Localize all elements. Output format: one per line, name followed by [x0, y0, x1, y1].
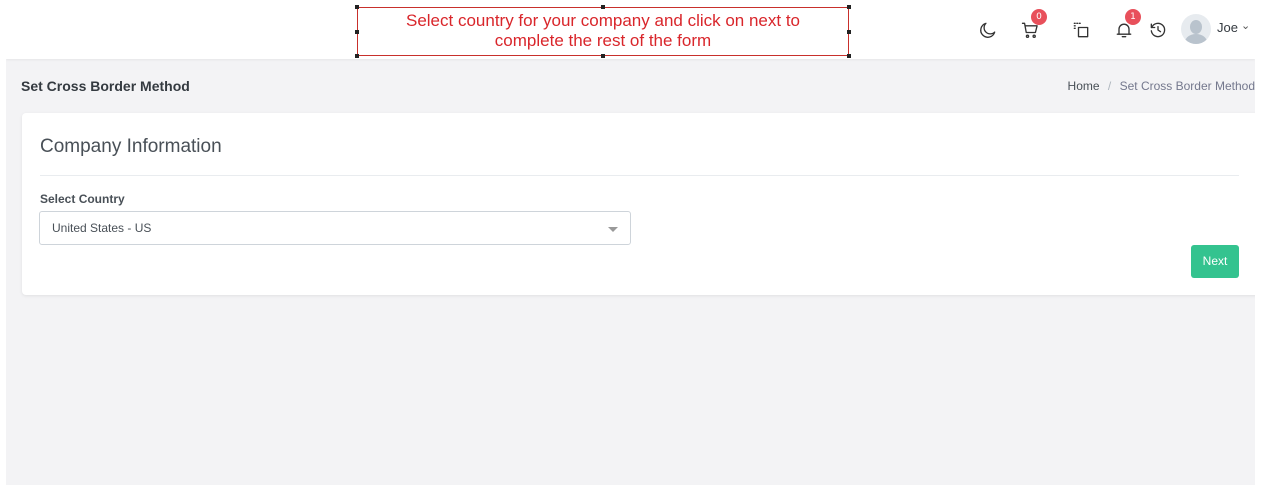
apps-icon	[1073, 22, 1089, 38]
page-title: Set Cross Border Method	[21, 78, 190, 94]
app-frame: Select country for your company and clic…	[6, 4, 1255, 485]
resize-handle	[355, 5, 359, 9]
resize-handle	[847, 54, 851, 58]
resize-handle	[847, 5, 851, 9]
top-header: Select country for your company and clic…	[6, 4, 1255, 59]
history-button[interactable]	[1144, 16, 1172, 44]
caret-down-icon	[608, 227, 618, 232]
breadcrumb-current: Set Cross Border Method	[1119, 79, 1255, 93]
resize-handle	[847, 30, 851, 34]
resize-handle	[601, 54, 605, 58]
country-select[interactable]: United States - US	[39, 211, 631, 245]
avatar[interactable]	[1181, 14, 1211, 44]
resize-handle	[601, 5, 605, 9]
divider	[40, 175, 1239, 176]
next-button[interactable]: Next	[1191, 245, 1239, 278]
notifications-button[interactable]: 1	[1110, 9, 1141, 44]
callout-line-1: Select country for your company and clic…	[405, 11, 801, 30]
breadcrumb: Home / Set Cross Border Method	[1068, 79, 1255, 93]
cart-button[interactable]: 0	[1016, 9, 1047, 44]
avatar-body-shape	[1185, 34, 1207, 44]
history-icon	[1150, 22, 1166, 38]
country-label: Select Country	[40, 192, 125, 206]
breadcrumb-separator: /	[1107, 79, 1112, 93]
theme-toggle-button[interactable]	[974, 16, 1002, 44]
country-select-value: United States - US	[52, 221, 152, 235]
company-information-card: Company Information Select Country Unite…	[22, 113, 1255, 295]
resize-handle	[355, 30, 359, 34]
apps-button[interactable]	[1067, 16, 1095, 44]
user-name[interactable]: Joe	[1217, 20, 1238, 35]
notification-count-badge: 1	[1125, 9, 1141, 25]
callout-line-2: complete the rest of the form	[494, 31, 712, 50]
cart-count-badge: 0	[1031, 9, 1047, 25]
breadcrumb-home-link[interactable]: Home	[1068, 79, 1100, 93]
instruction-callout: Select country for your company and clic…	[355, 5, 851, 58]
moon-icon	[980, 22, 996, 38]
avatar-head-shape	[1190, 20, 1202, 34]
chevron-down-icon[interactable]: ⌄	[1241, 19, 1250, 32]
card-title: Company Information	[40, 136, 222, 157]
resize-handle	[355, 54, 359, 58]
